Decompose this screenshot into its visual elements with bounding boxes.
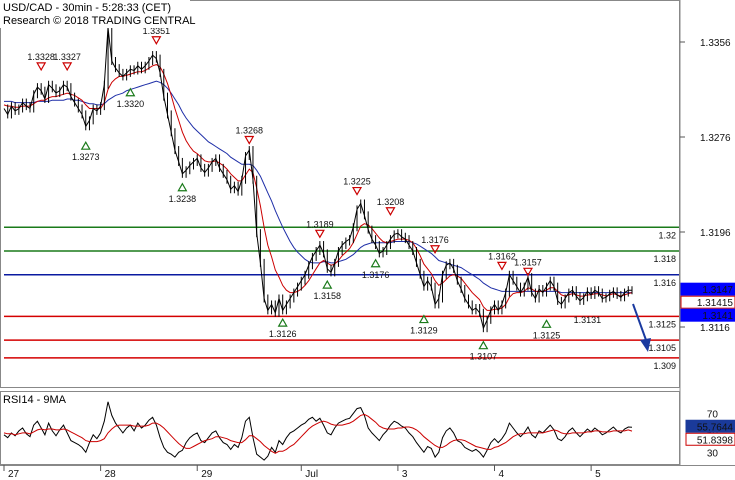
levels-layer: 1.32 1.318 1.316 1.3125 1.3105 1.309 [4,226,679,371]
x-tick-label-3: Jul [305,469,318,480]
annotation-label-12: 1.3158 [314,291,342,301]
x-tick-label-0: 27 [8,469,20,480]
y-tick-label-0: 1.3356 [700,38,731,49]
x-tick-label-1: 28 [105,469,117,480]
x-tick-label-2: 29 [201,469,213,480]
up-marker-icon [277,317,288,327]
annotation-label-11: 1.3176 [362,270,390,280]
level-label-0: 1.32 [658,230,676,240]
y-tick-label-3: 1.3116 [700,323,730,334]
chart-copyright: Research © 2018 TRADING CENTRAL [3,15,196,27]
annotation-label-4: 1.3273 [72,152,100,162]
annotation-label-6: 1.3238 [169,194,197,204]
x-tick-label-6: 5 [595,469,601,480]
ma-fast-line [3,64,633,311]
up-marker-icon [541,319,552,328]
level-label-3: 1.3125 [648,319,676,329]
annotation-label-15: 1.3162 [488,251,516,261]
annotation-label-14: 1.3129 [410,326,438,336]
rsi-tag-label-0: 55.7644 [697,422,734,433]
down-marker-icon [36,62,47,72]
rsi-tick-label-0: 70 [707,409,719,420]
annotation-label-3: 1.3320 [117,99,145,109]
projection-arrow-icon [632,303,647,341]
annotation-label-7: 1.3225 [343,177,371,187]
rsi-line [3,401,633,461]
level-label-4: 1.3105 [648,343,676,353]
rsi-tick-label-2: 30 [707,448,719,459]
annotation-label-0: 1.3328 [27,52,55,62]
x-tick-label-5: 4 [499,469,505,480]
time-x-axis: 27 28 29 Jul 3 4 5 [3,465,601,480]
rsi-series: 70503055.764451.8398 [3,401,735,461]
down-marker-icon [314,229,325,239]
up-marker-icon [322,279,333,289]
price-tag-label-2: 1.3141 [702,311,733,322]
x-tick-label-4: 3 [402,469,408,480]
annotation-label-10: 1.3176 [421,235,449,245]
up-marker-icon [370,258,381,268]
down-marker-icon [244,135,255,145]
down-marker-icon [62,62,73,72]
usdcad-chart: 1.321.3181.3161.31251.31051.309 1.33281.… [0,0,735,480]
annotation-label-9: 1.3189 [306,219,334,229]
up-marker-icon [177,182,188,192]
level-label-2: 1.316 [653,278,676,288]
price-panel-frame [0,0,680,388]
level-label-1: 1.318 [653,254,676,264]
down-marker-icon [351,186,363,196]
annotation-label-19: 1.3131 [574,315,602,325]
annotation-label-16: 1.3157 [514,257,542,267]
annotation-label-8: 1.3208 [377,197,405,207]
price-series [3,23,633,333]
annotations-layer: 1.33281.33271.33511.33201.32731.32681.32… [27,26,601,362]
annotation-label-17: 1.3107 [470,352,498,362]
price-line [3,27,632,330]
up-marker-icon [125,87,136,97]
down-marker-icon [496,261,507,271]
up-marker-icon [80,140,91,150]
level-label-5: 1.309 [653,361,676,371]
y-tick-label-2: 1.3196 [700,228,731,239]
y-tick-label-1: 1.3276 [700,133,731,144]
down-marker-icon [385,207,396,216]
price-tag-label-1: 1.31415 [697,298,734,309]
rsi-tag-label-1: 51.8398 [697,435,734,446]
moving-averages [3,64,633,311]
price-tag-label-0: 1.3147 [702,285,733,296]
annotation-label-5: 1.3268 [235,126,263,136]
chart-title: USD/CAD - 30min - 5:28:33 (CET) [3,2,171,14]
annotation-label-13: 1.3126 [269,329,297,339]
up-marker-icon [478,340,489,350]
down-marker-icon [151,36,162,45]
annotation-label-1: 1.3327 [53,52,81,62]
annotation-label-18: 1.3125 [533,330,561,340]
price-tags: 1.3147 1.31415 1.3141 [680,282,735,322]
rsi-title: RSI14 - 9MA [3,394,67,406]
